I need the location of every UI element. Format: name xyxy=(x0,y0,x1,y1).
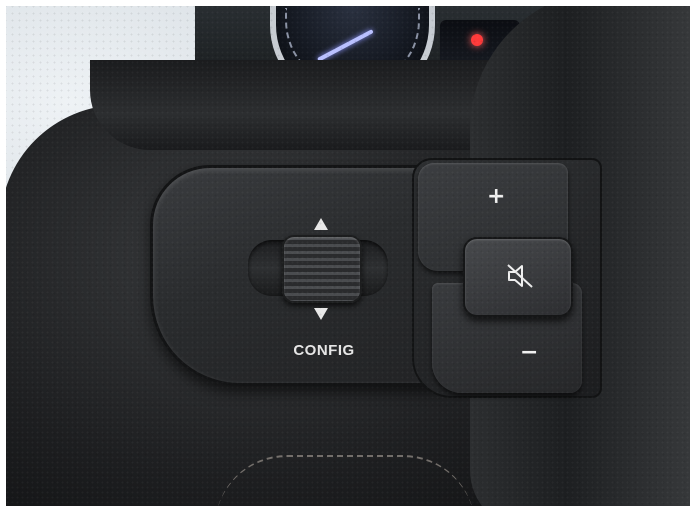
config-label: CONFIG xyxy=(293,342,355,359)
speaker-mute-icon xyxy=(507,264,533,288)
config-scroll-wheel[interactable] xyxy=(282,235,362,303)
leather-stitching xyxy=(215,455,475,512)
arrow-down-icon xyxy=(314,308,328,320)
arrow-up-icon xyxy=(314,218,328,230)
minus-icon: − xyxy=(520,340,539,365)
steering-wheel-upper-rim xyxy=(90,60,530,150)
steering-wheel-photo: CONFIG + − xyxy=(0,0,696,512)
warning-light-icon xyxy=(471,34,483,46)
plus-icon: + xyxy=(487,184,506,209)
